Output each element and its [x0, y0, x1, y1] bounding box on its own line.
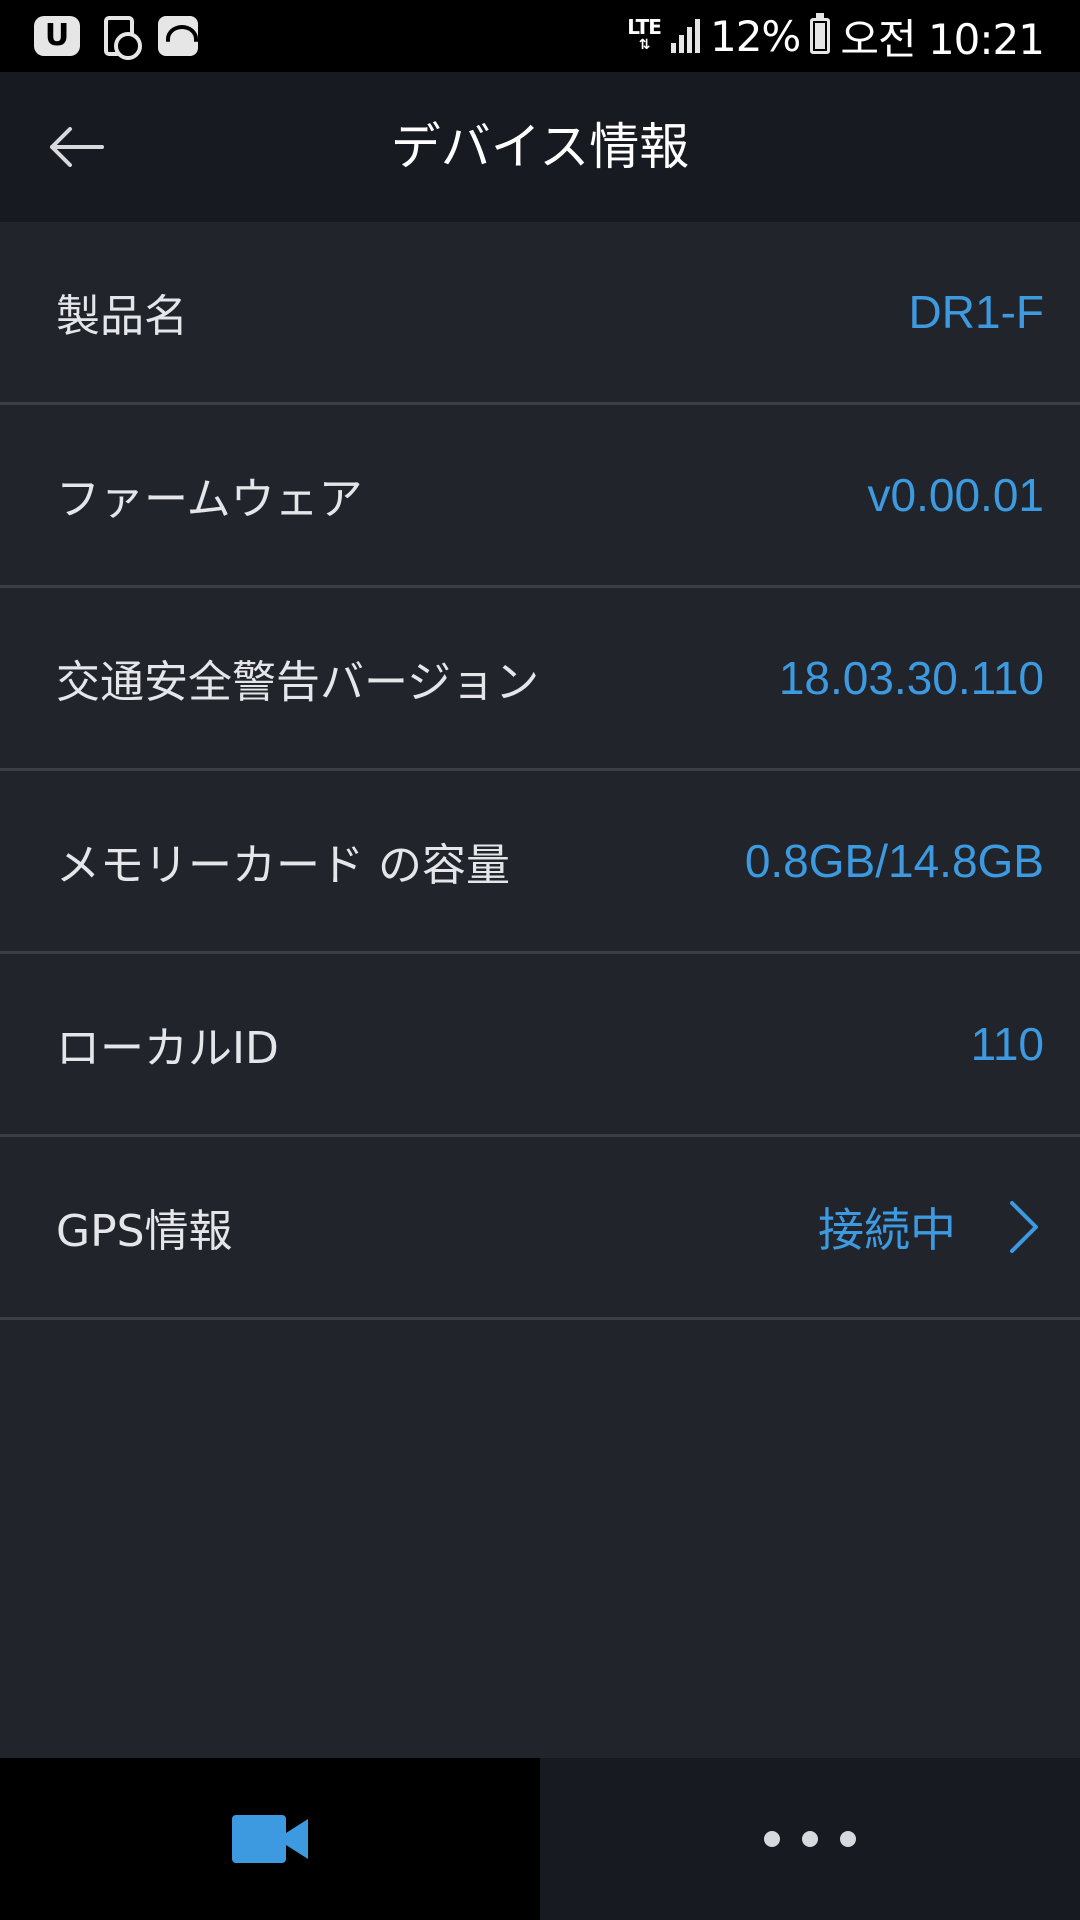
info-label: メモリーカード の容量 — [56, 840, 510, 891]
tab-more[interactable] — [540, 1758, 1080, 1920]
info-value: 接続中 — [818, 1204, 956, 1256]
tab-video[interactable] — [0, 1758, 540, 1920]
device-info-list: 製品名 DR1-F ファームウェア v0.00.01 交通安全警告バージョン 1… — [0, 222, 1080, 1320]
battery-percent: 12% — [709, 11, 801, 61]
signal-icon — [670, 19, 700, 53]
status-bar: U LTE ⇅ 12% 오전 10:21 — [0, 0, 1080, 72]
info-value: DR1-F — [908, 286, 1044, 338]
info-label: GPS情報 — [56, 1206, 233, 1257]
lte-icon: LTE ⇅ — [627, 15, 662, 53]
u-plus-icon: U — [34, 16, 80, 56]
info-row-memory-card-capacity: メモリーカード の容量 0.8GB/14.8GB — [0, 771, 1080, 954]
info-value: 110 — [970, 1018, 1044, 1070]
info-row-product-name: 製品名 DR1-F — [0, 222, 1080, 405]
status-left-icons: U — [0, 16, 198, 60]
clock: 오전 10:21 — [840, 14, 1045, 64]
info-label: ローカルID — [56, 1023, 279, 1074]
video-camera-icon — [232, 1815, 308, 1863]
info-row-local-id: ローカルID 110 — [0, 954, 1080, 1137]
info-value: v0.00.01 — [867, 469, 1044, 521]
info-row-traffic-safety-version: 交通安全警告バージョン 18.03.30.110 — [0, 588, 1080, 771]
info-label: 製品名 — [56, 291, 188, 342]
info-label: 交通安全警告バージョン — [56, 657, 540, 708]
wifi-box-icon — [158, 16, 198, 56]
info-label: ファームウェア — [56, 474, 363, 525]
status-right: LTE ⇅ 12% 오전 10:21 — [627, 6, 1080, 67]
battery-charging-icon — [810, 13, 831, 54]
bottom-nav — [0, 1758, 1080, 1920]
info-value: 18.03.30.110 — [778, 652, 1044, 704]
phone-lock-icon — [104, 16, 142, 60]
chevron-right-icon[interactable] — [1004, 1197, 1044, 1257]
info-value: 0.8GB/14.8GB — [744, 835, 1044, 887]
info-row-gps[interactable]: GPS情報 接続中 — [0, 1137, 1080, 1320]
page-title: デバイス情報 — [390, 118, 690, 176]
more-dots-icon — [764, 1831, 856, 1847]
info-row-firmware: ファームウェア v0.00.01 — [0, 405, 1080, 588]
app-header: デバイス情報 — [0, 72, 1080, 222]
